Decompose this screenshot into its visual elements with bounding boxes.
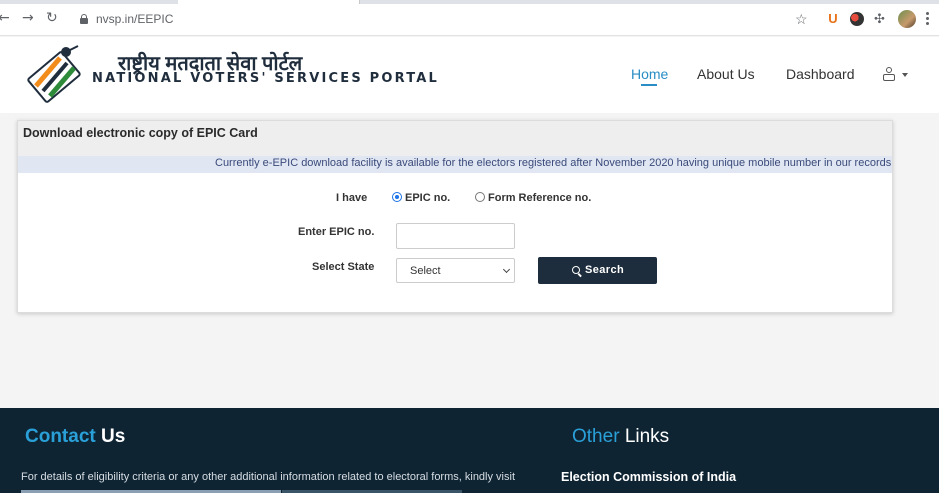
arrow-left-icon[interactable]: ← — [0, 11, 10, 25]
tab-strip — [0, 0, 939, 4]
other-heading-rest: Links — [624, 426, 670, 447]
extension-u-icon[interactable]: U — [826, 12, 840, 26]
url-text[interactable]: nvsp.in/EEPIC — [96, 12, 173, 26]
logo-english-text: NATIONAL VOTERS' SERVICES PORTAL — [92, 71, 440, 86]
select-state-label: Select State — [312, 261, 375, 273]
nav-dashboard-link[interactable]: Dashboard — [786, 66, 855, 82]
epic-no-label: Enter EPIC no. — [298, 226, 375, 238]
epic-no-radio[interactable] — [392, 192, 402, 202]
contact-heading-rest: Us — [101, 426, 126, 447]
active-tab[interactable] — [178, 0, 360, 4]
caret-down-icon — [902, 73, 908, 77]
epic-no-input[interactable] — [396, 223, 515, 249]
nav-about-link[interactable]: About Us — [697, 66, 755, 82]
form-reference-radio[interactable] — [475, 192, 485, 202]
user-icon — [883, 67, 895, 81]
site-header: राष्ट्रीय मतदाता सेवा पोर्टल NATIONAL VO… — [0, 37, 939, 113]
i-have-label: I have — [336, 192, 368, 204]
card-header: Download electronic copy of EPIC Card — [18, 121, 892, 156]
chevron-down-icon — [502, 265, 511, 274]
other-links-heading: Other Links — [572, 426, 669, 448]
other-heading-accent: Other — [572, 426, 620, 447]
contact-info-text: For details of eligibility criteria or a… — [21, 471, 515, 483]
contact-us-heading: Contact Us — [25, 426, 125, 448]
user-menu-toggle[interactable] — [883, 67, 911, 83]
arrow-right-icon[interactable]: → — [22, 11, 34, 25]
browser-menu-icon[interactable] — [926, 12, 930, 26]
extensions-puzzle-icon[interactable]: ✣ — [874, 12, 888, 26]
reload-icon[interactable]: ↻ — [46, 11, 58, 25]
extension-record-icon[interactable] — [850, 12, 864, 26]
profile-avatar[interactable] — [898, 10, 916, 28]
eci-link[interactable]: Election Commission of India — [561, 470, 736, 484]
notice-text: Currently e-EPIC download facility is av… — [215, 157, 892, 169]
voter-logo-icon[interactable] — [26, 42, 88, 104]
state-select-value: Select — [410, 265, 441, 277]
search-button-label: Search — [585, 264, 625, 276]
bookmark-star-icon[interactable]: ☆ — [795, 12, 808, 26]
active-nav-underline — [641, 84, 657, 86]
card-title: Download electronic copy of EPIC Card — [23, 126, 258, 140]
address-bar[interactable]: nvsp.in/EEPIC — [72, 9, 822, 31]
lock-icon[interactable] — [80, 14, 88, 24]
contact-heading-accent: Contact — [25, 426, 96, 447]
nav-home-link[interactable]: Home — [631, 66, 668, 82]
search-icon — [572, 266, 580, 274]
state-select[interactable]: Select — [396, 258, 515, 283]
browser-toolbar: ← → ↻ nvsp.in/EEPIC ☆ U ✣ — [0, 0, 939, 36]
form-reference-radio-label[interactable]: Form Reference no. — [488, 192, 591, 204]
epic-download-card: Download electronic copy of EPIC Card Cu… — [17, 120, 893, 313]
search-button[interactable]: Search — [538, 257, 657, 284]
site-footer: Contact Us Other Links For details of el… — [0, 408, 939, 493]
epic-no-radio-label[interactable]: EPIC no. — [405, 192, 450, 204]
notice-marquee: Currently e-EPIC download facility is av… — [18, 156, 892, 173]
